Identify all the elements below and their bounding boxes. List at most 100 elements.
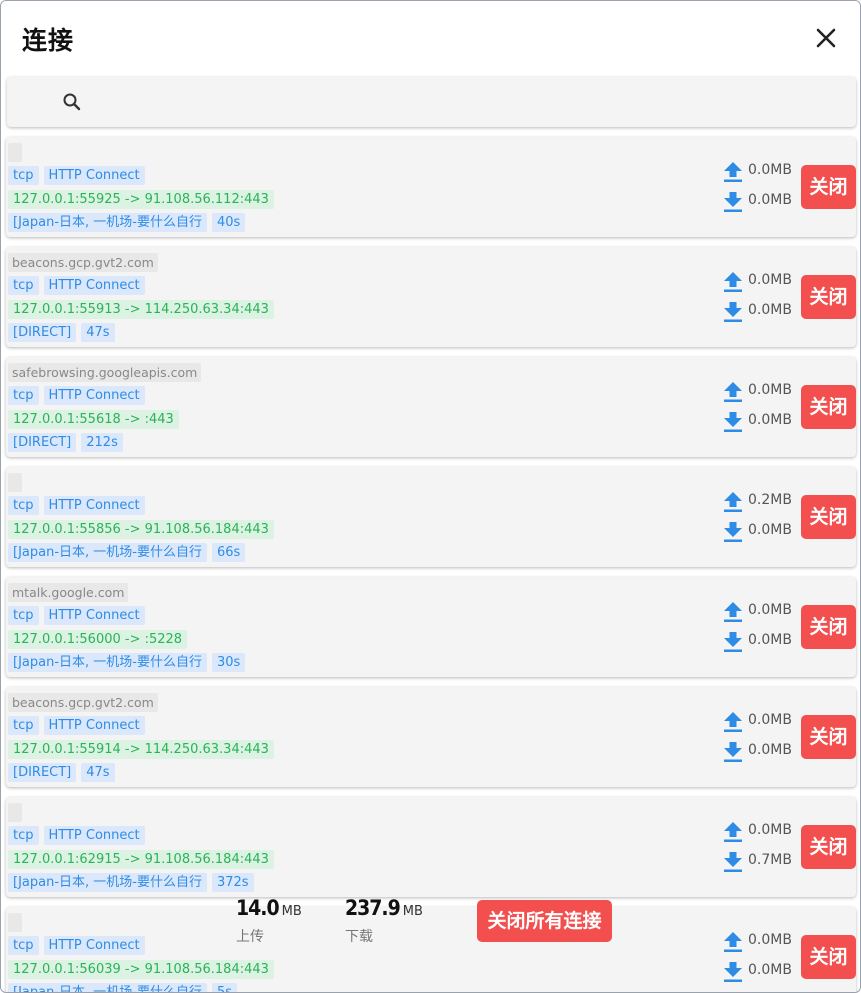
search-icon [63, 93, 81, 111]
protocol-row: tcp HTTP Connect [8, 496, 150, 515]
download-traffic: 0.0MB [723, 631, 803, 652]
route-tag: 127.0.0.1:55925 -> 91.108.56.112:443 [8, 190, 274, 209]
upload-value: 0.0MB [748, 822, 792, 838]
upload-arrow-icon [724, 162, 742, 182]
close-connection-button[interactable]: 关闭 [801, 275, 856, 319]
upload-total-stat: 14.0 MB 上传 [236, 896, 302, 946]
upload-arrow-icon [724, 272, 742, 292]
download-value: 0.7MB [748, 852, 792, 868]
upload-arrow-icon [724, 492, 742, 512]
chain-row: [Japan-日本, 一机场-要什么自行 30s [8, 653, 250, 672]
close-connection-button[interactable]: 关闭 [801, 605, 856, 649]
chain-tag: [DIRECT] [8, 763, 77, 782]
chain-row: [Japan-日本, 一机场-要什么自行 40s [8, 213, 250, 232]
download-arrow-icon [724, 962, 742, 982]
protocol-row: tcp HTTP Connect [8, 276, 150, 295]
type-tag: HTTP Connect [43, 276, 145, 295]
upload-value: 0.0MB [748, 162, 792, 178]
download-traffic: 0.0MB [723, 961, 803, 982]
download-value: 0.0MB [748, 412, 792, 428]
chain-row: [Japan-日本, 一机场-要什么自行 66s [8, 543, 250, 562]
type-tag: HTTP Connect [43, 826, 145, 845]
download-value: 0.0MB [748, 632, 792, 648]
upload-value: 0.0MB [748, 712, 792, 728]
upload-arrow-icon [724, 712, 742, 732]
download-total-unit: MB [402, 904, 423, 919]
download-arrow-icon [724, 852, 742, 872]
protocol-row: tcp HTTP Connect [8, 386, 150, 405]
upload-total-unit: MB [281, 904, 302, 919]
chain-tag: [Japan-日本, 一机场-要什么自行 [8, 873, 207, 892]
download-arrow-icon [724, 192, 742, 212]
connection-card: beacons.gcp.gvt2.com tcp HTTP Connect 127.0… [6, 247, 856, 347]
download-arrow-icon [724, 412, 742, 432]
type-tag: HTTP Connect [43, 166, 145, 185]
host-tag: beacons.gcp.gvt2.com [8, 693, 158, 712]
host-tag [8, 473, 22, 492]
close-icon [816, 28, 836, 48]
route-tag: 127.0.0.1:62915 -> 91.108.56.184:443 [8, 850, 274, 869]
chain-row: [DIRECT] 212s [8, 433, 128, 452]
download-value: 0.0MB [748, 302, 792, 318]
connection-card: tcp HTTP Connect 127.0.0.1:55925 -> 91.108… [6, 137, 856, 237]
chain-tag: [Japan-日本, 一机场-要什么自行 [8, 543, 207, 562]
route-row: 127.0.0.1:55856 -> 91.108.56.184:443 [8, 520, 279, 539]
connection-card: mtalk.google.com tcp HTTP Connect 127.0.0.1… [6, 577, 856, 677]
chain-row: [Japan-日本, 一机场-要什么自行 372s [8, 873, 259, 892]
close-connection-button[interactable]: 关闭 [801, 385, 856, 429]
download-value: 0.0MB [748, 742, 792, 758]
download-traffic: 0.7MB [723, 851, 803, 872]
host-tag: safebrowsing.googleapis.com [8, 363, 202, 382]
route-row: 127.0.0.1:56000 -> :5228 [8, 630, 192, 649]
route-tag: 127.0.0.1:56039 -> 91.108.56.184:443 [8, 960, 274, 979]
type-tag: HTTP Connect [43, 496, 145, 515]
protocol-row: tcp HTTP Connect [8, 716, 150, 735]
close-connection-button[interactable]: 关闭 [801, 495, 856, 539]
download-arrow-icon [724, 742, 742, 762]
duration-tag: 47s [81, 323, 115, 342]
chain-row: [DIRECT] 47s [8, 763, 120, 782]
close-connection-button[interactable]: 关闭 [801, 165, 856, 209]
close-dialog-button[interactable] [811, 23, 841, 53]
type-tag: HTTP Connect [43, 606, 145, 625]
duration-tag: 5s [211, 983, 238, 992]
upload-value: 0.0MB [748, 602, 792, 618]
close-connection-button[interactable]: 关闭 [801, 715, 856, 759]
duration-tag: 212s [81, 433, 123, 452]
close-all-connections-button[interactable]: 关闭所有连接 [477, 900, 612, 942]
route-row: 127.0.0.1:55914 -> 114.250.63.34:443 [8, 740, 279, 759]
upload-arrow-icon [724, 602, 742, 622]
duration-tag: 40s [211, 213, 246, 232]
chain-tag: [Japan-日本, 一机场-要什么自行 [8, 213, 207, 232]
download-traffic: 0.0MB [723, 301, 803, 322]
close-connection-button[interactable]: 关闭 [801, 935, 856, 979]
network-tag: tcp [8, 496, 39, 515]
chain-tag: [DIRECT] [8, 323, 77, 342]
network-tag: tcp [8, 716, 39, 735]
type-tag: HTTP Connect [43, 386, 145, 405]
search-input[interactable] [97, 87, 841, 119]
upload-value: 0.2MB [748, 492, 792, 508]
upload-value: 0.0MB [748, 932, 792, 948]
upload-traffic: 0.0MB [723, 271, 803, 292]
search-bar [7, 77, 856, 127]
route-row: 127.0.0.1:62915 -> 91.108.56.184:443 [8, 850, 279, 869]
upload-traffic: 0.0MB [723, 931, 803, 952]
network-tag: tcp [8, 936, 39, 955]
upload-arrow-icon [724, 822, 742, 842]
duration-tag: 47s [81, 763, 115, 782]
network-tag: tcp [8, 606, 39, 625]
duration-tag: 66s [211, 543, 246, 562]
type-tag: HTTP Connect [43, 936, 145, 955]
connection-card: tcp HTTP Connect 127.0.0.1:55856 -> 91.108… [6, 467, 856, 567]
upload-traffic: 0.2MB [723, 491, 803, 512]
download-traffic: 0.0MB [723, 191, 803, 212]
close-connection-button[interactable]: 关闭 [801, 825, 856, 869]
upload-traffic: 0.0MB [723, 161, 803, 182]
connection-card: beacons.gcp.gvt2.com tcp HTTP Connect 127.0… [6, 687, 856, 787]
chain-tag: [Japan-日本, 一机场-要什么自行 [8, 653, 207, 672]
download-value: 0.0MB [748, 962, 792, 978]
host-tag [8, 143, 22, 162]
download-arrow-icon [724, 302, 742, 322]
connection-card: safebrowsing.googleapis.com tcp HTTP Conne… [6, 357, 856, 457]
